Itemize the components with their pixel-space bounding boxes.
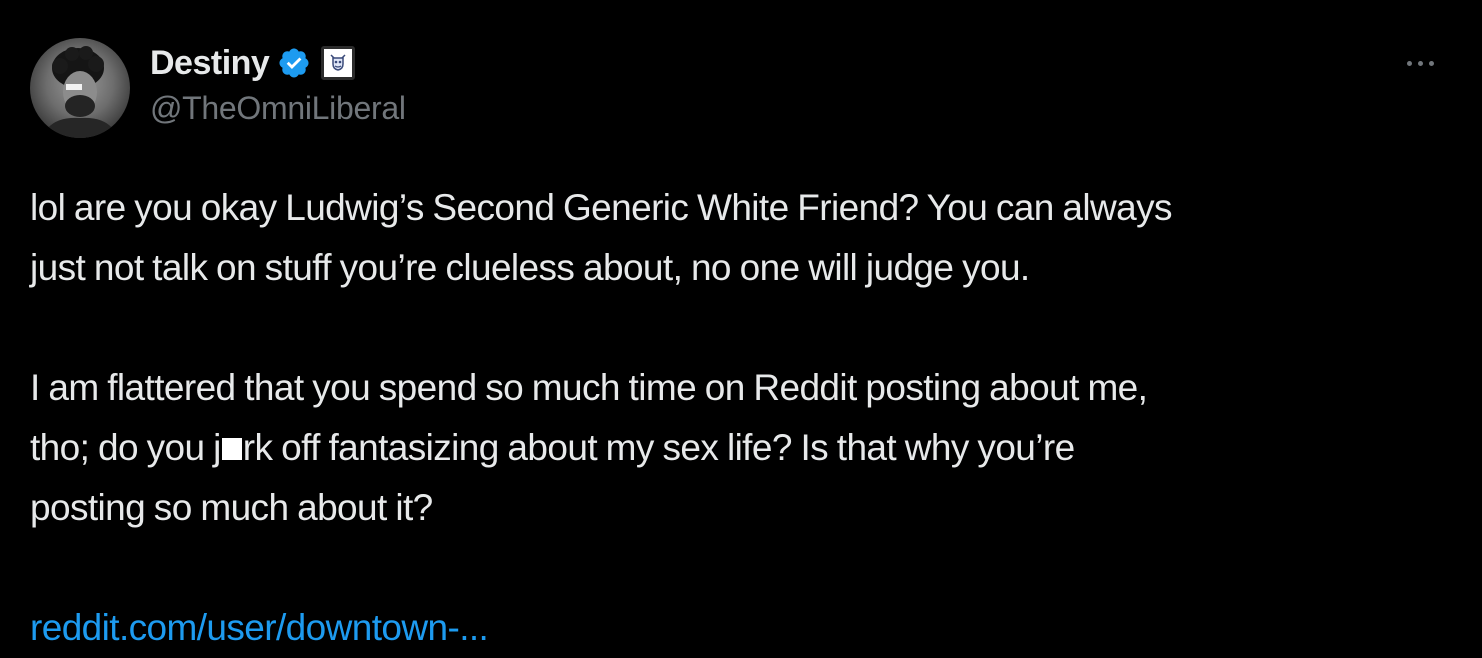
more-options-icon-dot	[1417, 60, 1423, 66]
name-row: Destiny	[150, 40, 406, 86]
avatar-image	[42, 46, 118, 138]
tweet-text: lol are you okay Ludwig’s Second Generic…	[30, 178, 1450, 538]
tweet-header: Destiny @TheOmniLiberal	[150, 40, 406, 127]
tweet-paragraph-2: I am flattered that you spend so much ti…	[30, 358, 1450, 538]
more-options-icon-dot	[1428, 60, 1434, 66]
more-options-icon	[1406, 60, 1412, 66]
more-options-button[interactable]	[1398, 46, 1442, 80]
tweet: Destiny @TheOmniLiberal lol are you okay…	[0, 0, 1482, 655]
tweet-paragraph-1: lol are you okay Ludwig’s Second Generic…	[30, 187, 1172, 288]
censored-character	[221, 438, 242, 460]
affiliate-badge-icon[interactable]	[321, 46, 356, 80]
user-handle[interactable]: @TheOmniLiberal	[150, 90, 406, 127]
verified-badge-icon[interactable]	[277, 46, 311, 80]
avatar[interactable]	[30, 38, 130, 138]
display-name[interactable]: Destiny	[150, 44, 270, 83]
tweet-link[interactable]: reddit.com/user/downtown-...	[30, 598, 489, 658]
